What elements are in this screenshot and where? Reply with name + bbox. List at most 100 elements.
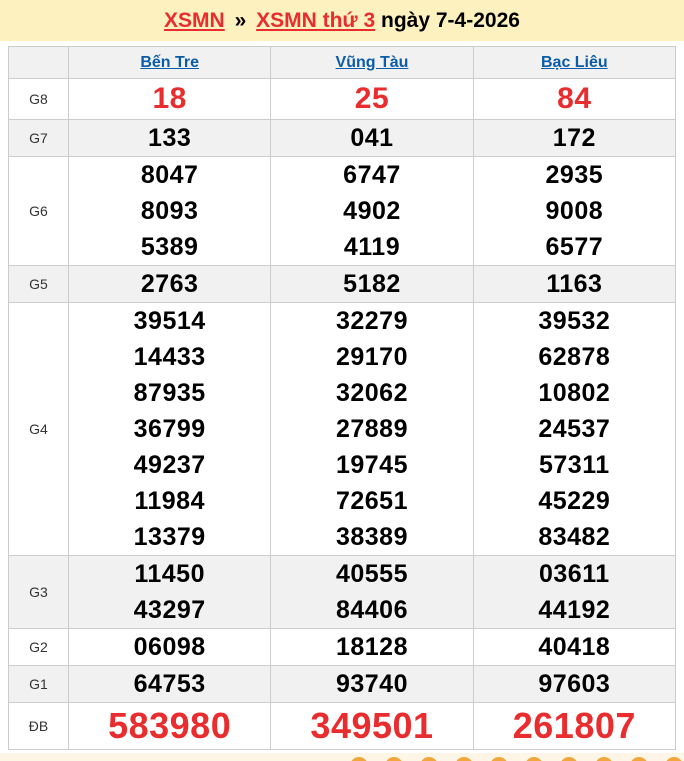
prize-cell: 583980 [67,702,272,750]
prize-number: 18 [152,82,187,115]
prize-cell: 32279 29170 32062 27889 19745 72651 38389 [270,302,474,556]
prize-number: 133 [148,124,192,152]
prize-row-g8: G8 18 25 84 [8,78,677,120]
breadcrumb-xsmn-link[interactable]: XSMN [164,9,225,32]
prize-label: G3 [8,555,69,629]
prize-number: 11984 [134,487,205,515]
draw-date-text: ngày 7-4-2026 [381,8,520,32]
province-link-vung-tau[interactable]: Vũng Tàu [336,54,409,71]
breadcrumb-xsmn-weekday-link[interactable]: XSMN thứ 3 [256,9,375,32]
prize-number: 19745 [335,451,408,479]
footer-balls-strip [0,753,684,761]
prize-row-g6: G6 8047 8093 5389 6747 4902 4119 2935 9008 6577 [8,156,677,266]
province-link-ben-tre[interactable]: Bến Tre [140,54,199,71]
prize-row-g5: G5 2763 5182 1163 [8,265,677,303]
prize-number: 44192 [538,596,611,624]
prize-cell: 2763 [67,265,272,303]
prize-number: 5182 [343,270,401,298]
prize-cell: 03611 44192 [472,555,677,629]
prize-label: ĐB [8,702,69,750]
prize-cell: 261807 [472,702,677,750]
number-ball-icon [630,757,648,761]
prize-number: 72651 [335,487,408,515]
prize-number: 36799 [133,415,206,443]
prize-number: 8047 [140,161,199,189]
prize-cell: 06098 [67,628,272,666]
prize-number: 93740 [335,670,408,698]
number-ball-icon [490,757,508,761]
prize-number: 29170 [335,343,408,371]
prize-number: 49237 [133,451,206,479]
number-ball-icon [560,757,578,761]
prize-cell: 84 [472,78,677,120]
prize-label: G5 [8,265,69,303]
prize-cell: 133 [67,119,272,157]
number-ball-icon [665,757,683,761]
prize-number: 5389 [140,233,199,261]
page-title: XSMN » XSMN thứ 3 ngày 7-4-2026 [164,9,520,33]
lottery-results-table: Bến Tre Vũng Tàu Bạc Liêu G8 18 25 84 G7 133 0… [8,46,677,750]
prize-number: 45229 [538,487,611,515]
number-ball-icon [385,757,403,761]
prize-cell: 2935 9008 6577 [472,156,677,266]
prize-number: 24537 [538,415,611,443]
prize-cell: 39514 14433 87935 36799 49237 11984 13379 [67,302,272,556]
prize-cell: 93740 [270,665,474,703]
prize-number: 83482 [538,523,611,551]
prize-cell: 041 [270,119,474,157]
prize-number: 84406 [335,596,408,624]
number-ball-icon [455,757,473,761]
prize-cell: 1163 [472,265,677,303]
prize-number: 39532 [538,307,611,335]
prize-cell: 97603 [472,665,677,703]
prize-number: 25 [354,82,390,115]
prize-cell: 5182 [270,265,474,303]
prize-number: 2935 [545,161,604,189]
province-header-ben-tre: Bến Tre [67,46,272,79]
prize-number: 1163 [546,270,603,298]
prize-number: 18128 [335,633,408,661]
prize-cell: 39532 62878 10802 24537 57311 45229 83482 [472,302,677,556]
prize-label: G8 [8,78,69,120]
prize-row-g2: G2 06098 18128 40418 [8,628,677,666]
prize-number: 97603 [538,670,611,698]
prize-cell: 8047 8093 5389 [67,156,272,266]
prize-number: 57311 [539,451,610,479]
province-link-bac-lieu[interactable]: Bạc Liêu [541,54,608,71]
prize-number: 4119 [343,233,401,261]
prize-number: 6577 [545,233,604,261]
prize-label: G2 [8,628,69,666]
prize-cell: 6747 4902 4119 [270,156,474,266]
prize-number: 14433 [133,343,206,371]
prize-row-g3: G3 11450 43297 40555 84406 03611 44192 [8,555,677,629]
prize-number: 27889 [335,415,408,443]
prize-number: 11450 [134,560,205,588]
prize-cell: 172 [472,119,677,157]
prize-number: 32062 [335,379,408,407]
prize-number: 8093 [140,197,199,225]
prize-number: 13379 [133,523,206,551]
prize-number: 38389 [335,523,408,551]
prize-number: 9008 [545,197,604,225]
number-ball-icon [595,757,613,761]
number-ball-icon [525,757,543,761]
prize-number: 349501 [310,705,434,746]
prize-number: 87935 [133,379,206,407]
prize-cell: 40555 84406 [270,555,474,629]
prize-number: 6747 [343,161,401,189]
prize-number: 03611 [539,560,610,588]
prize-number: 06098 [133,633,206,661]
prize-number: 041 [350,124,394,152]
number-ball-icon [420,757,438,761]
prize-number: 4902 [343,197,401,225]
prize-number: 40555 [335,560,408,588]
table-header-row: Bến Tre Vũng Tàu Bạc Liêu [8,46,677,79]
prize-label: G6 [8,156,69,266]
prize-number: 43297 [133,596,206,624]
prize-row-g7: G7 133 041 172 [8,119,677,157]
prize-number: 39514 [133,307,206,335]
prize-cell: 349501 [270,702,474,750]
prize-number: 40418 [538,633,611,661]
prize-label: G7 [8,119,69,157]
prize-row-đb: ĐB 583980 349501 261807 [8,702,677,750]
